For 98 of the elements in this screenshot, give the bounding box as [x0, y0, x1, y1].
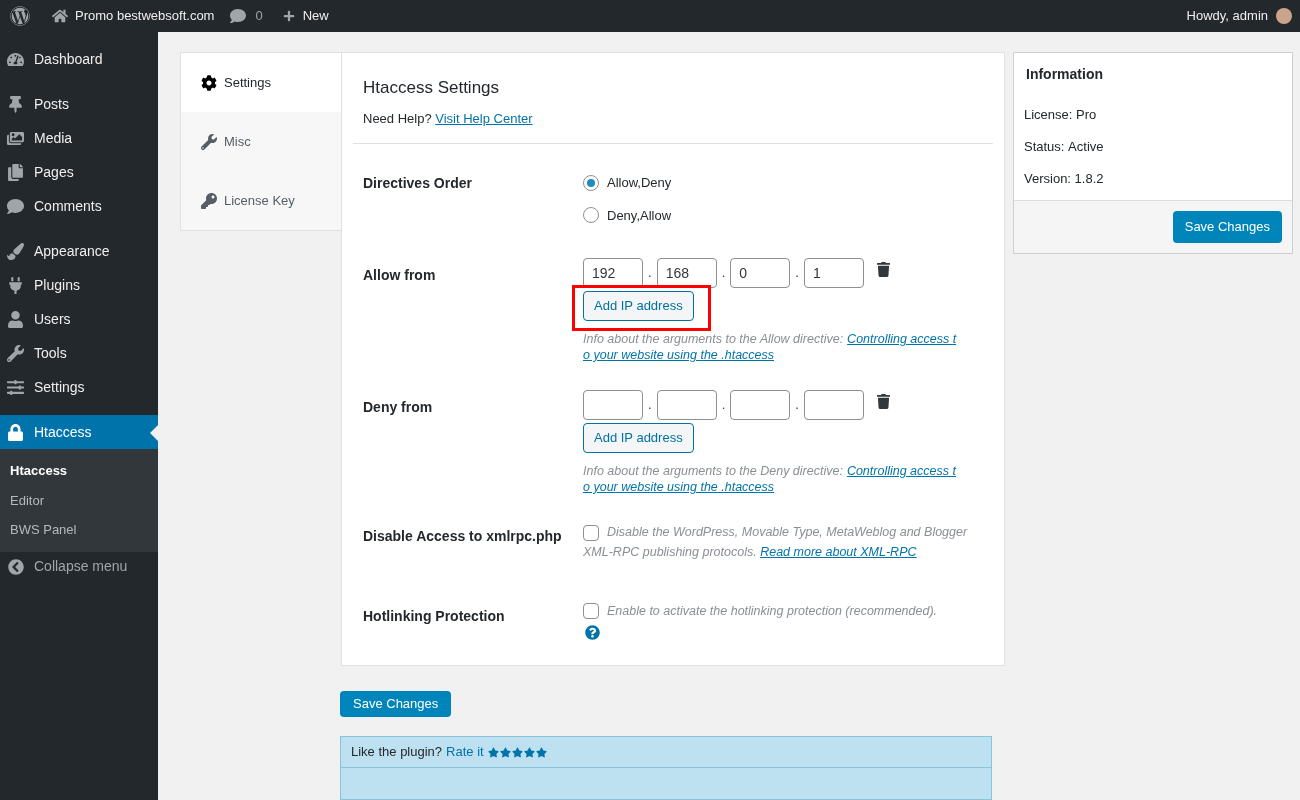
- radio-label: Deny,Allow: [607, 206, 672, 225]
- help-icon[interactable]: [585, 624, 600, 640]
- lock-icon: [7, 423, 24, 441]
- sidebar-item[interactable]: Tools: [0, 336, 158, 370]
- trash-icon[interactable]: [876, 262, 890, 277]
- sliders-icon: [7, 378, 24, 396]
- ip-octet-field[interactable]: [803, 390, 864, 420]
- ip-octet-field[interactable]: [656, 390, 717, 420]
- plug-icon: [7, 276, 24, 294]
- pin-icon: [7, 95, 24, 113]
- sidebar-item[interactable]: Htaccess: [0, 415, 158, 449]
- paintbrush-icon: [7, 242, 24, 260]
- home-icon[interactable]: [52, 8, 68, 24]
- submenu-item[interactable]: Htaccess: [0, 456, 158, 486]
- save-changes-button[interactable]: Save Changes: [1172, 211, 1282, 243]
- rate-text: Like the plugin?: [351, 743, 443, 762]
- star-icon: [499, 746, 511, 758]
- key-icon: [201, 192, 217, 209]
- greeting-link[interactable]: Howdy, admin: [1186, 6, 1268, 26]
- sidebar-item[interactable]: Pages: [0, 155, 158, 189]
- dot-separator: .: [648, 264, 652, 283]
- radio-button[interactable]: [583, 207, 599, 224]
- new-link[interactable]: New: [302, 6, 329, 26]
- help-link[interactable]: Controlling access t: [847, 331, 957, 347]
- hotlinking-description: Enable to activate the hotlinking protection (recommended).: [607, 603, 938, 620]
- sidebar-item[interactable]: Plugins: [0, 268, 158, 302]
- star-icon: [535, 746, 547, 758]
- plus-icon[interactable]: [282, 10, 295, 22]
- site-link[interactable]: Promo bestwebsoft.com: [75, 6, 215, 26]
- field-label: Allow from: [363, 266, 437, 285]
- ip-octet-field[interactable]: 1: [803, 258, 864, 288]
- radio-label: Allow,Deny: [607, 174, 672, 192]
- help-link[interactable]: o your website using the .htaccess: [583, 347, 775, 363]
- info-text: Info about the arguments to the Deny directive:: [583, 463, 843, 479]
- tab[interactable]: Misc: [181, 112, 341, 171]
- help-center-link[interactable]: Visit Help Center: [435, 110, 533, 126]
- field-label: Hotlinking Protection: [363, 607, 506, 626]
- comment-icon: [7, 197, 24, 215]
- tab[interactable]: Settings: [181, 53, 341, 112]
- trash-icon[interactable]: [876, 394, 890, 409]
- add-ip-button[interactable]: Add IP address: [583, 291, 694, 321]
- ip-octet-field[interactable]: 168: [656, 258, 717, 288]
- information-title: Information: [1025, 65, 1104, 84]
- read-more-link[interactable]: Read more about XML-RPC: [760, 545, 917, 559]
- collapse-icon: [8, 558, 24, 575]
- info-text: Info about the arguments to the Allow directive:: [583, 331, 844, 347]
- save-changes-button[interactable]: Save Changes: [340, 691, 452, 718]
- wordpress-logo-icon[interactable]: [10, 6, 30, 26]
- sidebar-item[interactable]: Media: [0, 121, 158, 155]
- xmlrpc-description: Disable the WordPress, Movable Type, MetaWeblog and Blogger XML-RPC publishing protocols. Read more about XML-RPC: [583, 523, 969, 561]
- dot-separator: .: [721, 396, 726, 415]
- ip-octet-field[interactable]: 192: [583, 258, 643, 288]
- star-icon: [523, 746, 535, 758]
- info-row-text: License: Pro: [1023, 106, 1098, 125]
- dot-separator: .: [795, 264, 799, 283]
- star-icon: [511, 746, 523, 758]
- settings-title: Htaccess Settings: [363, 77, 501, 99]
- dot-separator: .: [795, 396, 799, 415]
- gear-icon: [201, 74, 217, 91]
- ip-octet-field[interactable]: [583, 390, 643, 420]
- ip-octet-field[interactable]: [730, 390, 791, 420]
- field-label: Disable Access to xmlrpc.php: [363, 527, 563, 546]
- sidebar-item[interactable]: Appearance: [0, 234, 158, 268]
- wrench-icon: [7, 344, 24, 362]
- radio-button[interactable]: [583, 174, 599, 191]
- images-icon: [7, 129, 24, 147]
- dashboard-icon: [7, 50, 24, 68]
- user-icon: [7, 310, 24, 328]
- checkbox[interactable]: [583, 603, 599, 620]
- ip-octet-field[interactable]: 0: [730, 258, 791, 288]
- sidebar-item[interactable]: Posts: [0, 87, 158, 121]
- help-link[interactable]: o your website using the .htaccess: [583, 479, 775, 495]
- dot-separator: .: [721, 264, 726, 283]
- tab[interactable]: License Key: [181, 171, 341, 230]
- pages-icon: [7, 163, 24, 181]
- submenu-item[interactable]: BWS Panel: [0, 515, 158, 545]
- sidebar-item[interactable]: Dashboard: [0, 42, 158, 76]
- star-icon: [487, 746, 499, 758]
- sidebar-item[interactable]: Settings: [0, 370, 158, 404]
- dot-separator: .: [648, 396, 652, 415]
- current-pointer: [150, 425, 158, 441]
- rate-link[interactable]: Rate it: [446, 742, 484, 762]
- field-label: Deny from: [363, 398, 434, 417]
- comment-count: 0: [255, 7, 263, 26]
- avatar[interactable]: [1276, 8, 1292, 24]
- help-link[interactable]: Controlling access t: [846, 463, 956, 479]
- help-text: Need Help? Visit Help Center: [363, 109, 534, 128]
- add-ip-button[interactable]: Add IP address: [583, 423, 694, 453]
- sidebar-item[interactable]: Comments: [0, 189, 158, 223]
- checkbox[interactable]: [583, 524, 599, 541]
- field-label: Directives Order: [363, 174, 473, 193]
- comment-icon[interactable]: [230, 8, 247, 24]
- collapse-menu-button[interactable]: Collapse menu: [0, 551, 158, 582]
- sidebar-item[interactable]: Users: [0, 302, 158, 336]
- info-row-text: Version: 1.8.2: [1023, 170, 1105, 189]
- wrench-icon: [201, 133, 217, 150]
- submenu-item[interactable]: Editor: [0, 485, 158, 515]
- info-row-text: Status: Active: [1023, 138, 1105, 157]
